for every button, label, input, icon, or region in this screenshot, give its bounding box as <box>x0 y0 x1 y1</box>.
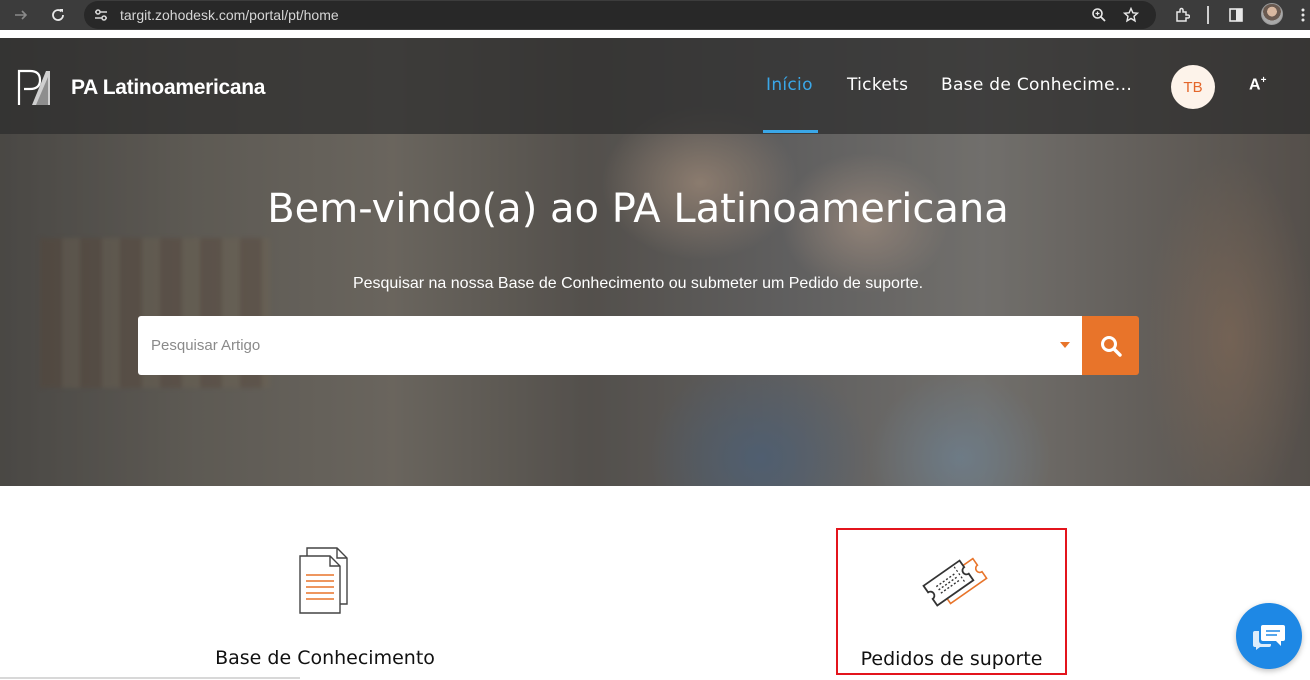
search-icon <box>1100 335 1122 357</box>
address-bar[interactable]: targit.zohodesk.com/portal/pt/home <box>84 1 1156 29</box>
support-requests-card[interactable]: Pedidos de suporte <box>836 528 1067 675</box>
chat-widget-button[interactable] <box>1236 603 1302 669</box>
footer-divider <box>0 677 300 679</box>
accessibility-label: A <box>1249 76 1261 94</box>
search-input[interactable] <box>138 316 1038 375</box>
profile-avatar-icon[interactable] <box>1261 3 1283 25</box>
accessibility-icon[interactable]: A+ <box>1249 75 1266 94</box>
site-settings-icon[interactable] <box>93 7 109 27</box>
bookmark-star-icon[interactable] <box>1120 4 1142 26</box>
active-nav-indicator <box>763 130 818 133</box>
extensions-icon[interactable] <box>1171 4 1193 26</box>
forward-icon[interactable] <box>10 4 32 26</box>
nav-inicio[interactable]: Início <box>766 75 813 95</box>
toolbar-divider <box>1207 6 1209 24</box>
user-avatar[interactable]: TB <box>1171 65 1215 109</box>
menu-dots-icon[interactable] <box>1296 4 1310 26</box>
url-text: targit.zohodesk.com/portal/pt/home <box>120 7 339 23</box>
brand-logo-icon[interactable] <box>16 67 54 111</box>
hero-banner: PA Latinoamericana Início Tickets Base d… <box>0 38 1310 486</box>
search-box <box>138 316 1082 375</box>
reload-icon[interactable] <box>47 4 69 26</box>
welcome-subtitle: Pesquisar na nossa Base de Conhecimento … <box>352 275 924 292</box>
knowledge-base-label: Base de Conhecimento <box>215 647 435 669</box>
zoom-icon[interactable] <box>1088 4 1110 26</box>
chat-icon <box>1253 625 1285 650</box>
search-button[interactable] <box>1082 316 1139 375</box>
nav-tickets[interactable]: Tickets <box>847 75 908 95</box>
documents-icon <box>297 546 353 620</box>
nav-knowledge-base[interactable]: Base de Conhecime... <box>941 75 1132 95</box>
side-panel-icon[interactable] <box>1225 4 1247 26</box>
welcome-title: Bem-vindo(a) ao PA Latinoamericana <box>267 186 1009 232</box>
browser-toolbar: targit.zohodesk.com/portal/pt/home <box>0 0 1310 30</box>
ticket-icon <box>920 556 988 616</box>
chevron-down-icon[interactable] <box>1060 342 1070 348</box>
support-requests-label: Pedidos de suporte <box>860 648 1043 670</box>
brand-name[interactable]: PA Latinoamericana <box>71 76 265 100</box>
portal-header: PA Latinoamericana Início Tickets Base d… <box>0 38 1310 134</box>
